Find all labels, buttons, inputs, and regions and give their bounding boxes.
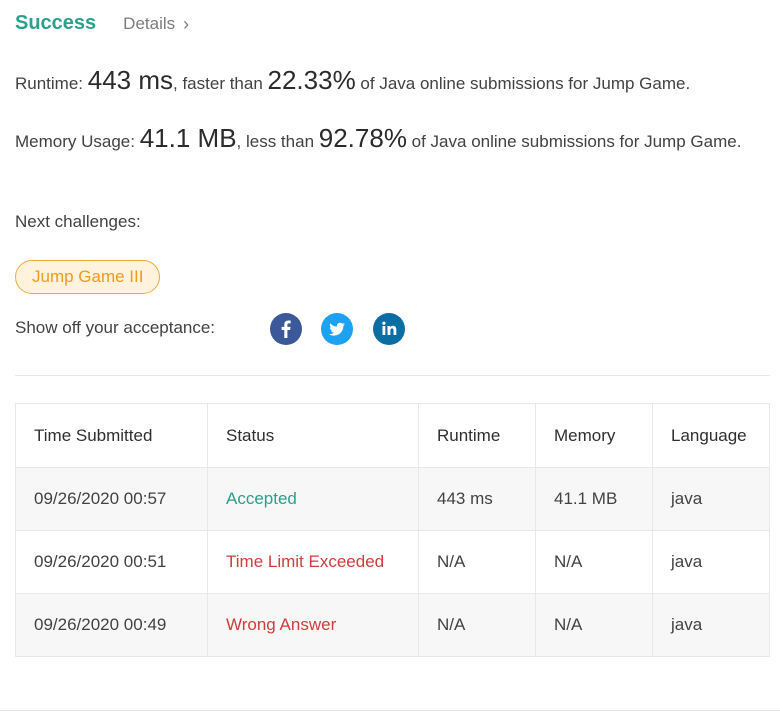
cell-time: 09/26/2020 00:51 [15,530,208,594]
status-link[interactable]: Accepted [207,467,419,531]
chevron-right-icon: › [183,13,190,34]
cell-runtime: N/A [418,530,536,594]
memory-suffix: of Java online submissions for Jump Game… [406,132,742,151]
runtime-label: Runtime: [15,74,88,93]
column-header-runtime: Runtime [418,403,536,468]
memory-middle: , less than [236,132,319,151]
column-header-status: Status [207,403,419,468]
cell-runtime: 443 ms [418,467,536,531]
section-divider [15,375,770,376]
cell-memory: 41.1 MB [535,467,653,531]
table-row: 09/26/2020 00:51 Time Limit Exceeded N/A… [15,530,770,594]
twitter-icon[interactable] [321,313,353,345]
cell-language: java [652,593,770,657]
submissions-table: Time Submitted Status Runtime Memory Lan… [15,403,770,657]
memory-value: 41.1 MB [139,123,237,153]
share-label: Show off your acceptance: [15,318,216,337]
memory-label: Memory Usage: [15,132,140,151]
cell-language: java [652,467,770,531]
cell-time: 09/26/2020 00:49 [15,593,208,657]
details-link[interactable]: Details › [123,14,189,35]
runtime-suffix: of Java online submissions for Jump Game… [355,74,691,93]
cell-memory: N/A [535,593,653,657]
result-header: Success Details › [15,12,189,35]
cell-language: java [652,530,770,594]
table-row: 09/26/2020 00:57 Accepted 443 ms 41.1 MB… [15,467,770,531]
runtime-percent: 22.33% [267,65,356,95]
status-link[interactable]: Time Limit Exceeded [207,530,419,594]
memory-summary: Memory Usage: 41.1 MB, less than 92.78% … [15,124,760,156]
status-link[interactable]: Wrong Answer [207,593,419,657]
runtime-middle: , faster than [173,74,268,93]
facebook-icon[interactable] [270,313,302,345]
memory-percent: 92.78% [318,123,407,153]
runtime-value: 443 ms [87,65,174,95]
challenge-chip-jump-game-iii[interactable]: Jump Game III [15,260,161,294]
cell-memory: N/A [535,530,653,594]
column-header-memory: Memory [535,403,653,468]
runtime-summary: Runtime: 443 ms, faster than 22.33% of J… [15,66,760,98]
bottom-divider [0,710,780,711]
column-header-time: Time Submitted [15,403,208,468]
cell-runtime: N/A [418,593,536,657]
success-title: Success [15,12,97,34]
table-row: 09/26/2020 00:49 Wrong Answer N/A N/A ja… [15,593,770,657]
linkedin-icon[interactable] [373,313,405,345]
table-header-row: Time Submitted Status Runtime Memory Lan… [15,403,770,468]
next-challenges-label: Next challenges: [15,212,141,231]
column-header-language: Language [652,403,770,468]
details-label: Details [123,14,176,33]
cell-time: 09/26/2020 00:57 [15,467,208,531]
